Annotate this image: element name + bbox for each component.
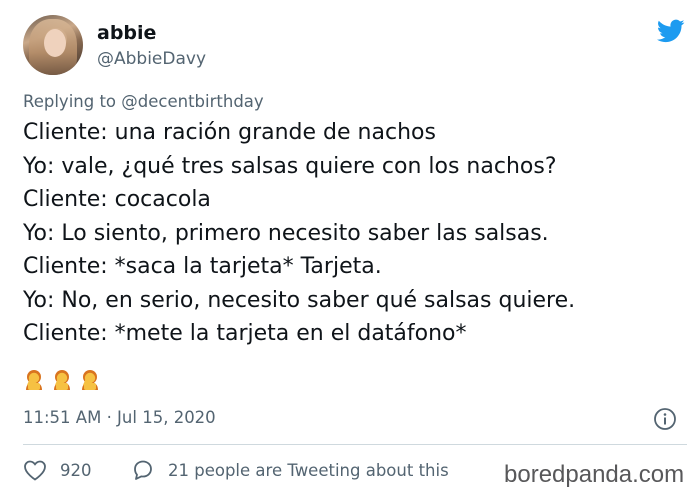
- tweet-line: Yo: Lo siento, primero necesito saber la…: [23, 220, 549, 246]
- replying-prefix: Replying to: [23, 92, 122, 111]
- tweet-body: Cliente: una ración grande de nachos Yo:…: [23, 116, 683, 351]
- tweet-line: Yo: No, en serio, necesito saber qué sal…: [23, 287, 576, 313]
- twitter-bird-icon[interactable]: [655, 17, 687, 45]
- display-name[interactable]: abbie: [97, 22, 156, 44]
- avatar[interactable]: [23, 15, 83, 75]
- like-count: 920: [60, 461, 92, 480]
- avatar-face: [44, 29, 66, 57]
- comment-bubble-icon[interactable]: [131, 458, 155, 482]
- woman-facepalming-icon: [82, 370, 98, 390]
- tweet-header: abbie @AbbieDavy: [23, 15, 687, 77]
- divider: [23, 444, 687, 445]
- info-icon[interactable]: [653, 407, 677, 431]
- user-handle[interactable]: @AbbieDavy: [97, 49, 206, 69]
- tweet-line: Cliente: *saca la tarjeta* Tarjeta.: [23, 254, 382, 279]
- tweet-line: Yo: vale, ¿qué tres salsas quiere con lo…: [23, 153, 557, 179]
- reply-mention-link[interactable]: @decentbirthday: [121, 92, 263, 111]
- tweeting-about-link[interactable]: 21 people are Tweeting about this: [168, 461, 449, 480]
- replying-to: Replying to @decentbirthday: [23, 92, 264, 111]
- tweet-timestamp[interactable]: 11:51 AM · Jul 15, 2020: [23, 408, 216, 427]
- emoji-row: [22, 368, 102, 394]
- heart-icon[interactable]: [23, 459, 47, 481]
- woman-facepalming-icon: [26, 370, 42, 390]
- tweet-line: Cliente: *mete la tarjeta en el datáfono…: [23, 321, 467, 346]
- tweet-line: Cliente: cocacola: [23, 187, 211, 212]
- woman-facepalming-icon: [54, 370, 70, 390]
- watermark: boredpanda.com: [502, 461, 687, 489]
- tweet-line: Cliente: una ración grande de nachos: [23, 120, 436, 145]
